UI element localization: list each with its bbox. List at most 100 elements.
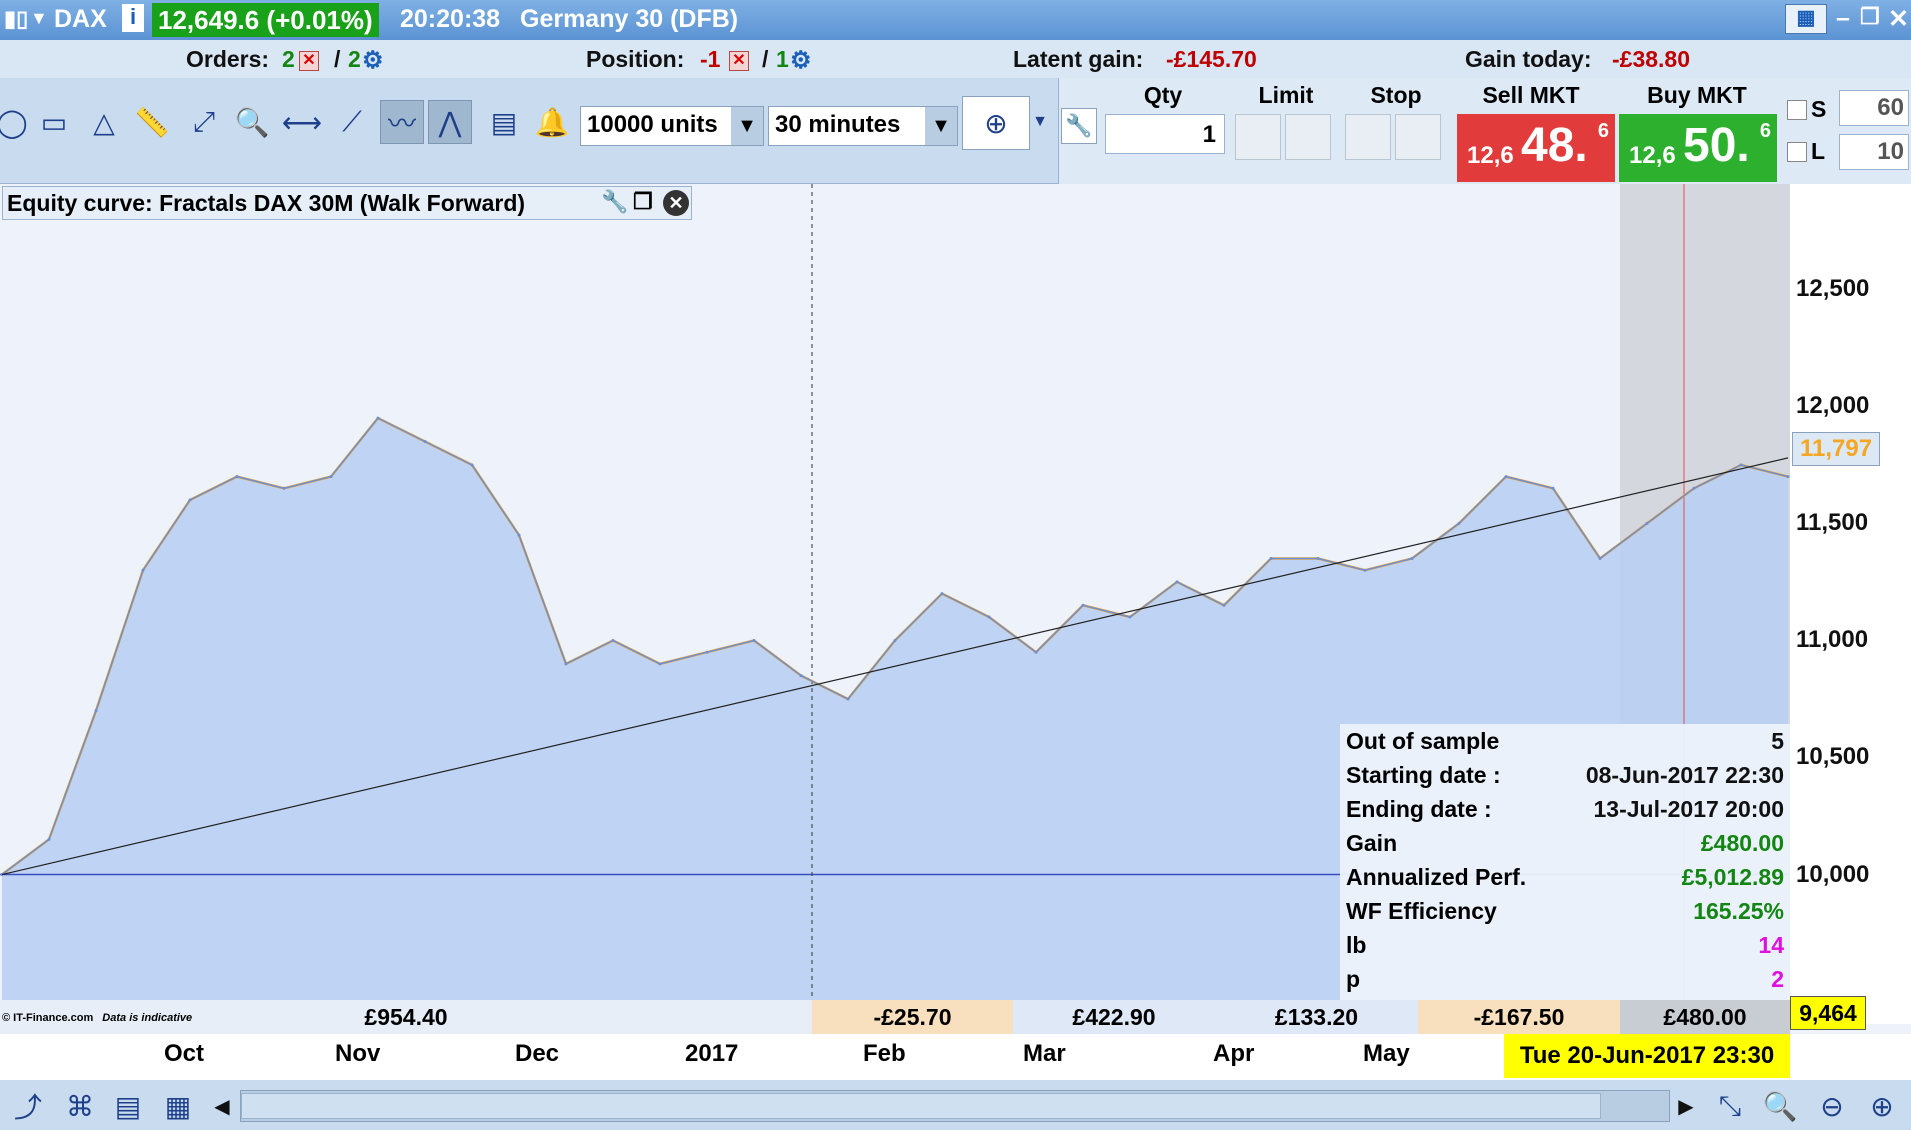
s-label: S — [1811, 96, 1827, 122]
stats-row: Gain £480.00 — [1346, 830, 1784, 862]
stats-row: Out of sample 5 — [1346, 728, 1784, 760]
close-icon[interactable]: ✕ — [663, 190, 689, 216]
period-pnl-cell: -£167.50 — [1418, 1000, 1620, 1034]
l-input[interactable]: 10 — [1839, 134, 1909, 170]
price-axis[interactable]: 12,500 12,000 11,500 11,000 10,500 10,000 11,7… — [1790, 184, 1911, 1030]
alert-bell-icon[interactable]: 🔔 — [530, 100, 574, 144]
sell-market-button[interactable]: 12,6 48. 6 — [1457, 114, 1615, 182]
equity-point — [1363, 568, 1367, 572]
restore-icon[interactable]: ❐ — [633, 189, 653, 215]
equity-point — [47, 837, 51, 841]
sell-price-big: 48. — [1521, 119, 1588, 172]
horizontal-line-icon[interactable]: ⟷ — [280, 100, 324, 144]
info-icon[interactable]: i — [122, 4, 144, 32]
chevron-down-icon[interactable]: ▼ — [925, 107, 957, 145]
chevron-down-icon[interactable]: ▼ — [1030, 100, 1050, 144]
equity-point — [235, 475, 239, 479]
x-tick-label: Dec — [515, 1040, 560, 1067]
sell-mkt-label: Sell MKT — [1482, 82, 1580, 108]
keyboard-icon[interactable]: ▦ — [1785, 4, 1827, 34]
x-tick-label: 2017 — [685, 1040, 739, 1067]
triangle-tool-icon[interactable]: △ — [82, 100, 126, 144]
zoom-icon[interactable]: 🔍 — [230, 100, 274, 144]
trend-line-icon[interactable]: ⟋ — [330, 100, 374, 144]
stats-value: 5 — [1771, 728, 1784, 754]
buy-mkt-label: Buy MKT — [1647, 82, 1747, 108]
latent-gain-value: -£145.70 — [1166, 46, 1257, 72]
close-orders-icon[interactable]: ✕ — [299, 50, 319, 71]
low-price-tag: 9,464 — [1790, 996, 1866, 1030]
units-value: 10000 units — [587, 111, 718, 138]
ellipse-tool-icon[interactable]: ◯ — [0, 100, 34, 144]
gain-today-value: -£38.80 — [1612, 46, 1691, 72]
chart-area[interactable]: Equity curve: Fractals DAX 30M (Walk For… — [0, 184, 1911, 1080]
tick-chart-icon[interactable]: ⌘ — [60, 1086, 100, 1126]
chevron-down-icon[interactable]: ▼ — [731, 107, 763, 145]
y-tick-label: 11,500 — [1796, 509, 1869, 537]
wrench-icon[interactable]: 🔧 — [1061, 108, 1097, 144]
add-indicator-icon[interactable]: ⊕ — [962, 96, 1030, 150]
zoom-fit-icon[interactable]: 🔍 — [1760, 1086, 1800, 1126]
x-tick-label: Mar — [1023, 1040, 1066, 1067]
minimize-icon[interactable]: – — [1836, 4, 1850, 33]
time-axis[interactable]: Tue 20-Jun-2017 23:30 Oct Nov Dec 2017 Feb Ma… — [0, 1034, 1911, 1080]
scrollbar-thumb[interactable] — [241, 1093, 1601, 1119]
stop-buy-disabled-icon[interactable] — [1395, 114, 1441, 160]
stats-value: 13-Jul-2017 20:00 — [1593, 796, 1784, 822]
stop-buy-icon[interactable] — [1345, 114, 1391, 160]
gear-icon[interactable]: ⚙ — [362, 46, 384, 75]
candlestick-icon[interactable]: ▮▯ — [4, 6, 28, 32]
stats-key: Gain — [1346, 830, 1398, 856]
position-separator: / — [762, 46, 769, 72]
clock-time: 20:20:38 — [400, 5, 501, 33]
equity-point — [1269, 557, 1273, 560]
instrument-name: Germany 30 (DFB) — [520, 5, 739, 33]
report-icon[interactable]: ▤ — [108, 1086, 148, 1126]
l-checkbox[interactable] — [1787, 142, 1807, 162]
equity-point — [517, 533, 521, 537]
timeframe-select[interactable]: 30 minutes ▼ — [768, 106, 958, 146]
close-position-icon[interactable]: ✕ — [729, 50, 749, 71]
rectangle-tool-icon[interactable]: ▭ — [32, 100, 76, 144]
zigzag-chart-icon[interactable]: ⋀ — [428, 100, 472, 144]
chart-title: Equity curve: Fractals DAX 30M (Walk For… — [7, 190, 526, 216]
wrench-icon[interactable]: 🔧 — [601, 189, 628, 215]
stats-row: lb 14 — [1346, 932, 1784, 964]
qty-input[interactable]: 1 — [1105, 114, 1225, 154]
indicator-list-icon[interactable]: ▤ — [482, 100, 526, 144]
equity-point — [1410, 557, 1414, 560]
trade-panel: 🔧 Qty 1 Limit Stop Sell MKT 12,6 48. 6 B… — [1058, 78, 1911, 184]
l-label: L — [1811, 138, 1826, 164]
s-checkbox[interactable] — [1787, 100, 1807, 120]
scroll-left-icon[interactable]: ◀ — [208, 1086, 236, 1126]
ruler-icon[interactable]: 📏 — [130, 100, 174, 144]
scroll-right-icon[interactable]: ▶ — [1672, 1086, 1700, 1126]
limit-sell-disabled-icon[interactable] — [1285, 114, 1331, 160]
zoom-in-icon[interactable]: ⊕ — [1862, 1086, 1902, 1126]
equity-point — [705, 650, 709, 654]
zoom-out-icon[interactable]: ⊖ — [1812, 1086, 1852, 1126]
chart-export-icon[interactable]: ⤴ — [8, 1086, 48, 1126]
equity-point — [376, 416, 380, 420]
chevron-down-icon[interactable]: ▼ — [30, 8, 48, 29]
symbol-label[interactable]: DAX — [54, 5, 107, 34]
crosshair-date-tag: Tue 20-Jun-2017 23:30 — [1504, 1034, 1790, 1078]
units-select[interactable]: 10000 units ▼ — [580, 106, 764, 146]
restore-icon[interactable]: ❐ — [1860, 4, 1880, 30]
s-input[interactable]: 60 — [1839, 90, 1909, 126]
close-icon[interactable]: ✕ — [1888, 4, 1909, 34]
equity-point — [846, 697, 850, 701]
fit-chart-icon[interactable]: ⤡ — [1710, 1086, 1750, 1126]
x-tick-label: May — [1363, 1040, 1410, 1067]
buy-market-button[interactable]: 12,6 50. 6 — [1619, 114, 1777, 182]
crosshair-arrows-icon[interactable]: ⤢ — [182, 100, 226, 144]
line-chart-icon[interactable]: 〰 — [380, 100, 424, 144]
stats-key: WF Efficiency — [1346, 898, 1497, 924]
orders-count-b: 2 — [348, 46, 361, 72]
horizontal-scrollbar[interactable] — [240, 1090, 1670, 1122]
bars-icon[interactable]: ▦ — [158, 1086, 198, 1126]
position-value: -1 — [700, 46, 721, 72]
limit-sell-icon[interactable] — [1235, 114, 1281, 160]
gear-icon[interactable]: ⚙ — [790, 46, 812, 75]
equity-point — [329, 475, 333, 479]
